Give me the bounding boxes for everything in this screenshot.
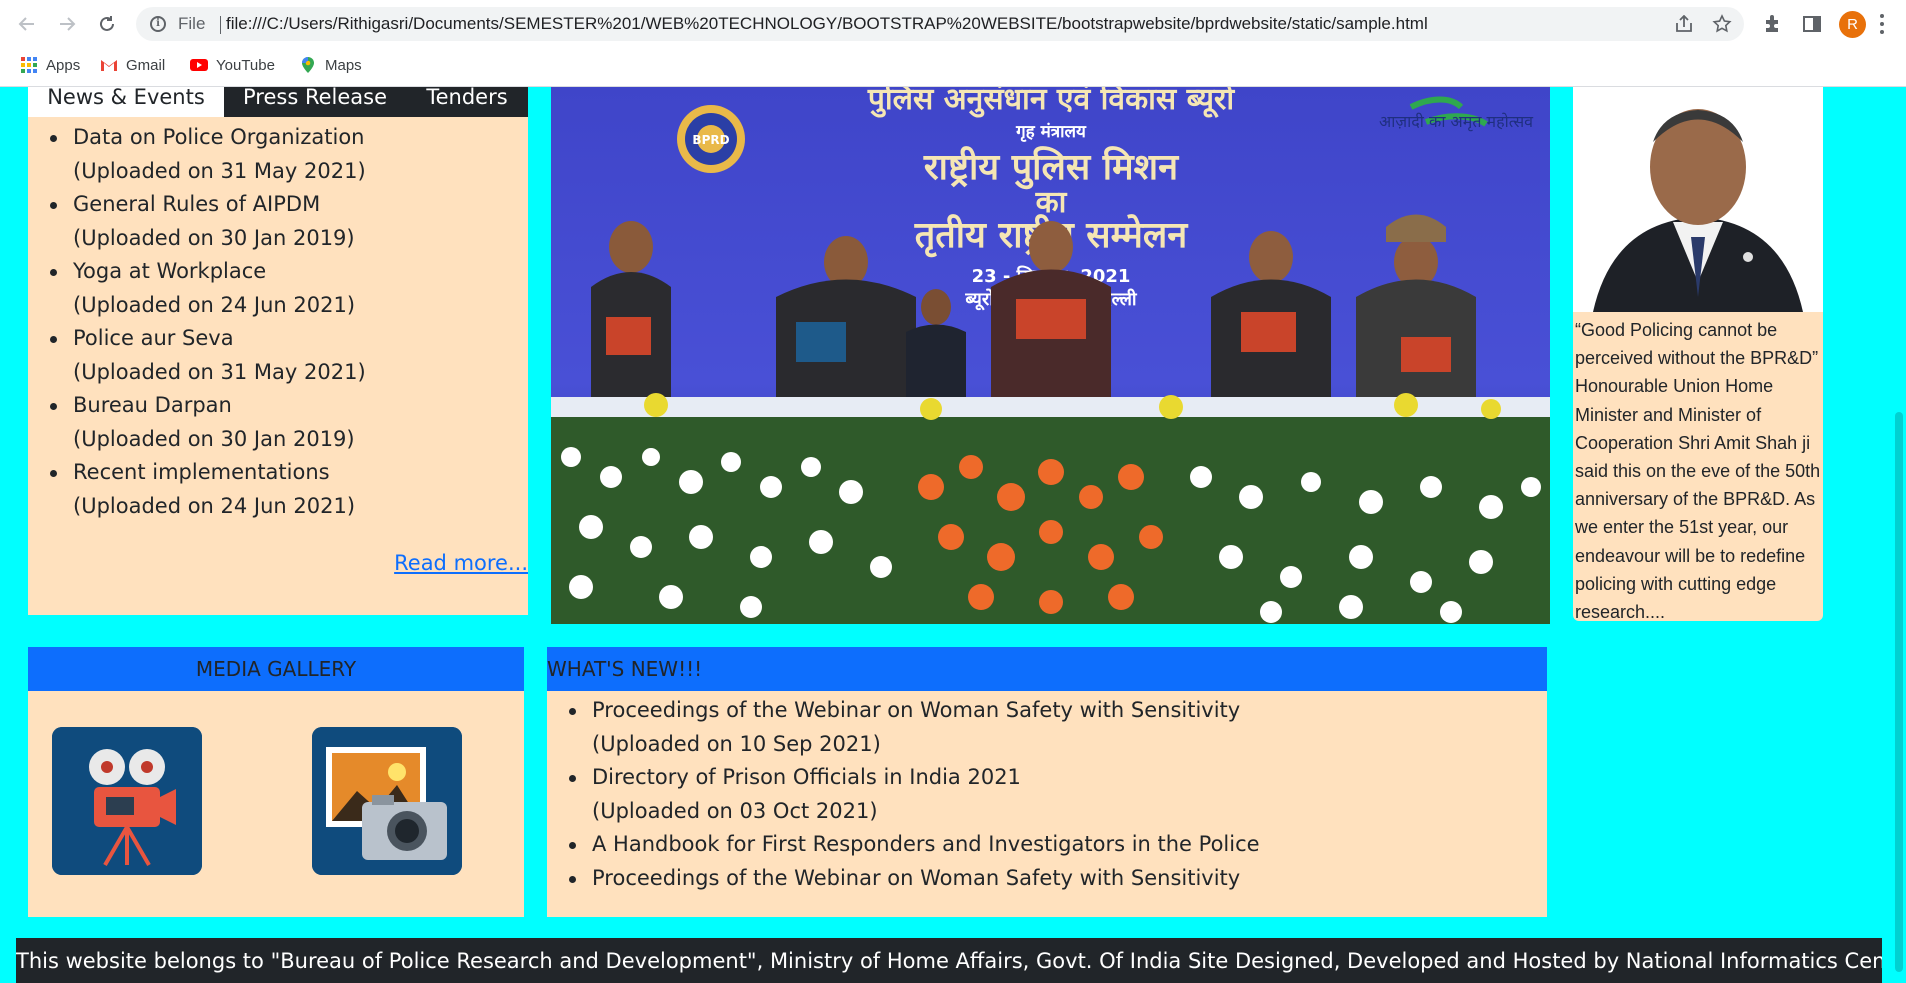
whats-new-item[interactable]: Proceedings of the Webinar on Woman Safe… [569, 694, 1532, 761]
whats-new-heading: WHAT'S NEW!!! [547, 647, 1547, 691]
extensions-icon[interactable] [1759, 11, 1785, 37]
site-info-icon[interactable]: i [150, 16, 166, 32]
emblem-text: BPRD [692, 133, 729, 147]
address-separator [220, 16, 221, 34]
bookmark-apps[interactable]: Apps [20, 54, 80, 76]
scrollbar-thumb[interactable] [1895, 412, 1903, 972]
video-camera-icon [52, 727, 202, 875]
news-item[interactable]: General Rules of AIPDM (Uploaded on 30 Ja… [50, 188, 513, 255]
media-gallery-heading: MEDIA GALLERY [28, 647, 524, 691]
read-more-link[interactable]: Read more... [394, 551, 528, 575]
azadi-text: आज़ादी का अमृत महोत्सव [1379, 112, 1534, 132]
whats-new-list: Proceedings of the Webinar on Woman Safe… [569, 694, 1532, 896]
youtube-icon [190, 59, 208, 71]
tab-news-events[interactable]: News & Events [28, 87, 224, 117]
photo-gallery-tile[interactable] [312, 727, 462, 875]
page-scrollbar[interactable] [1892, 87, 1906, 983]
maps-icon [302, 57, 314, 73]
news-item-title: General Rules of AIPDM [73, 192, 321, 216]
browser-menu-icon[interactable] [1880, 14, 1884, 34]
video-gallery-tile[interactable] [52, 727, 202, 875]
apps-grid-icon [21, 57, 37, 73]
profile-avatar[interactable]: R [1839, 11, 1866, 38]
whats-new-item-title: A Handbook for First Responders and Inve… [592, 832, 1260, 856]
news-item-date: (Uploaded on 24 Jun 2021) [73, 493, 356, 518]
forward-button[interactable] [52, 9, 82, 39]
portrait-image [1573, 87, 1823, 312]
arrow-right-icon [60, 17, 76, 31]
bookmark-label: Apps [46, 56, 81, 74]
photo-camera-icon [312, 727, 462, 875]
tab-press-release[interactable]: Press Release [224, 87, 406, 117]
bookmarks-bar: Apps Gmail YouTube Maps [0, 50, 1906, 80]
whats-new-item-date: (Uploaded on 03 Oct 2021) [592, 798, 878, 823]
news-list: Data on Police Organization (Uploaded on … [50, 121, 513, 523]
address-scheme-label: File [178, 14, 206, 33]
minister-portrait [1573, 87, 1823, 312]
whats-new-item[interactable]: Directory of Prison Officials in India 2… [569, 761, 1532, 828]
bookmark-label: Maps [325, 56, 362, 74]
news-panel: News & Events Press Release Tenders Data… [28, 87, 528, 615]
bookmark-maps[interactable]: Maps [299, 54, 362, 76]
news-item-title: Data on Police Organization [73, 125, 365, 149]
bookmark-label: Gmail [126, 56, 166, 74]
share-icon[interactable] [1672, 12, 1696, 36]
address-url[interactable]: file:///C:/Users/Rithigasri/Documents/SE… [226, 14, 1428, 34]
whats-new-item-title: Proceedings of the Webinar on Woman Safe… [592, 865, 1241, 890]
quote-panel: “Good Policing cannot be perceived witho… [1573, 312, 1823, 622]
whats-new-panel: WHAT'S NEW!!! Proceedings of the Webinar… [547, 647, 1547, 917]
whats-new-item-title: Proceedings of the Webinar on Woman Safe… [592, 698, 1241, 722]
news-item-title: Police aur Seva [73, 326, 234, 350]
back-button[interactable] [12, 9, 42, 39]
event-banner-image: पुलिस अनुसंधान एवं विकास ब्यूरो गृह मंत्… [551, 87, 1550, 624]
news-item-date: (Uploaded on 30 Jan 2019) [73, 426, 355, 451]
news-item-date: (Uploaded on 30 Jan 2019) [73, 225, 355, 250]
bookmark-youtube[interactable]: YouTube [190, 54, 275, 76]
whats-new-item[interactable]: A Handbook for First Responders and Inve… [569, 828, 1532, 862]
news-item[interactable]: Bureau Darpan (Uploaded on 30 Jan 2019) [50, 389, 513, 456]
news-item[interactable]: Data on Police Organization (Uploaded on … [50, 121, 513, 188]
news-item[interactable]: Recent implementations (Uploaded on 24 Ju… [50, 456, 513, 523]
browser-chrome: i File file:///C:/Users/Rithigasri/Docum… [0, 0, 1906, 87]
browser-toolbar: i File file:///C:/Users/Rithigasri/Docum… [0, 0, 1906, 48]
bookmark-star-icon[interactable] [1710, 12, 1734, 36]
address-bar[interactable]: i File file:///C:/Users/Rithigasri/Docum… [136, 7, 1744, 41]
arrow-left-icon [18, 17, 34, 31]
news-item[interactable]: Yoga at Workplace (Uploaded on 24 Jun 202… [50, 255, 513, 322]
bookmark-label: YouTube [216, 56, 275, 74]
site-footer: This website belongs to "Bureau of Polic… [16, 938, 1882, 983]
banner-line-2: गृह मंत्रालय [1015, 122, 1087, 142]
whats-new-item-date: (Uploaded on 10 Sep 2021) [592, 731, 881, 756]
news-item-title: Bureau Darpan [73, 393, 232, 417]
news-item-date: (Uploaded on 31 May 2021) [73, 359, 366, 384]
banner-line-1: पुलिस अनुसंधान एवं विकास ब्यूरो [867, 87, 1235, 118]
reload-button[interactable] [92, 9, 122, 39]
news-item-title: Recent implementations [73, 460, 330, 484]
news-item[interactable]: Police aur Seva (Uploaded on 31 May 2021) [50, 322, 513, 389]
banner-line-3: राष्ट्रीय पुलिस मिशन [923, 146, 1180, 190]
side-panel-icon[interactable] [1799, 11, 1825, 37]
news-item-title: Yoga at Workplace [73, 259, 267, 283]
reload-icon [100, 16, 114, 31]
whats-new-item-title: Directory of Prison Officials in India 2… [592, 765, 1021, 789]
news-item-date: (Uploaded on 24 Jun 2021) [73, 292, 356, 317]
gmail-icon [101, 59, 117, 71]
news-item-date: (Uploaded on 31 May 2021) [73, 158, 366, 183]
media-gallery-panel: MEDIA GALLERY [28, 647, 524, 917]
page-viewport: News & Events Press Release Tenders Data… [0, 87, 1906, 983]
event-photo: पुलिस अनुसंधान एवं विकास ब्यूरो गृह मंत्… [551, 87, 1550, 624]
whats-new-item[interactable]: Proceedings of the Webinar on Woman Safe… [569, 862, 1532, 896]
bookmark-gmail[interactable]: Gmail [100, 54, 165, 76]
tab-tenders[interactable]: Tenders [406, 87, 528, 117]
news-tabs: News & Events Press Release Tenders [28, 87, 528, 117]
flower-arrangement [551, 393, 1550, 624]
